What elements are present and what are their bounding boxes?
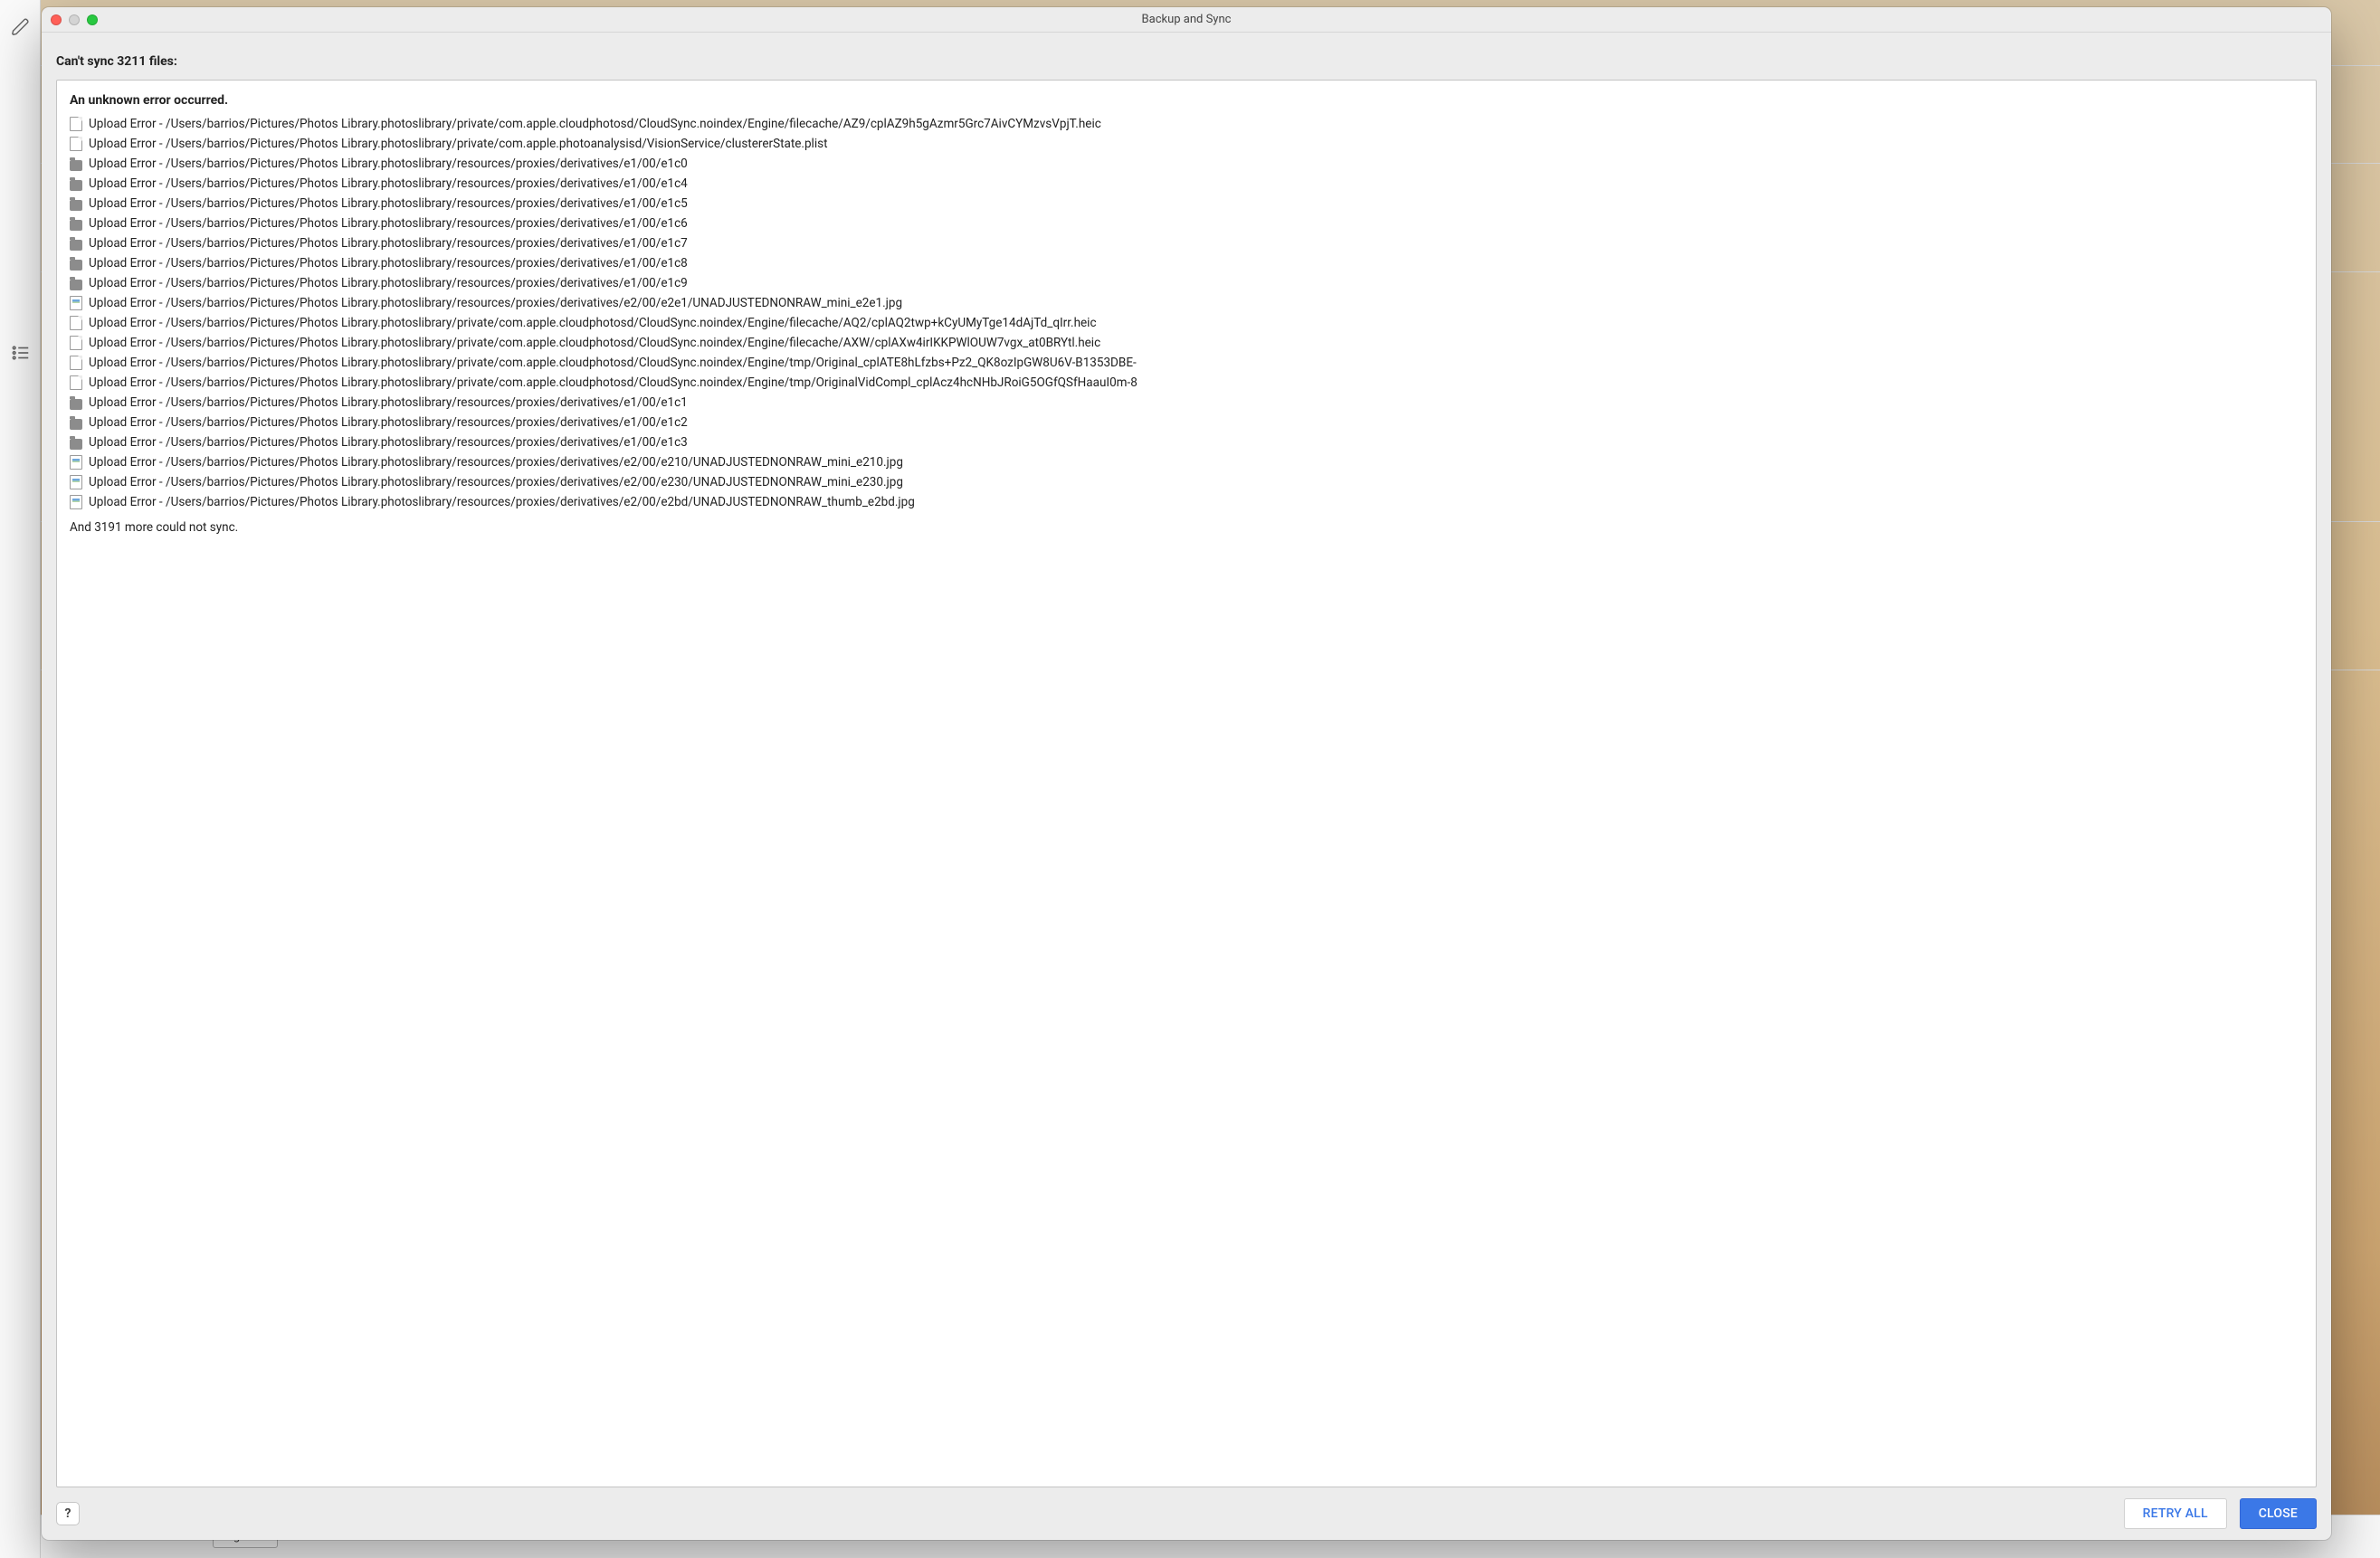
error-row[interactable]: Upload Error - /Users/barrios/Pictures/P… (70, 354, 2303, 372)
error-row[interactable]: Upload Error - /Users/barrios/Pictures/P… (70, 214, 2303, 233)
folder-icon (70, 200, 82, 211)
and-more-text: And 3191 more could not sync. (70, 520, 2303, 535)
dialog-heading: Can't sync 3211 files: (56, 47, 2317, 72)
error-text: Upload Error - /Users/barrios/Pictures/P… (89, 395, 688, 410)
background-sidebar (0, 0, 41, 1558)
error-row[interactable]: Upload Error - /Users/barrios/Pictures/P… (70, 234, 2303, 252)
error-row[interactable]: Upload Error - /Users/barrios/Pictures/P… (70, 254, 2303, 272)
doc-icon (70, 316, 82, 330)
error-row[interactable]: Upload Error - /Users/barrios/Pictures/P… (70, 473, 2303, 491)
image-icon (70, 475, 82, 489)
error-row[interactable]: Upload Error - /Users/barrios/Pictures/P… (70, 135, 2303, 153)
error-text: Upload Error - /Users/barrios/Pictures/P… (89, 435, 688, 450)
error-text: Upload Error - /Users/barrios/Pictures/P… (89, 455, 903, 470)
doc-icon (70, 117, 82, 131)
folder-icon (70, 180, 82, 191)
error-row[interactable]: Upload Error - /Users/barrios/Pictures/P… (70, 334, 2303, 352)
doc-icon (70, 375, 82, 390)
error-text: Upload Error - /Users/barrios/Pictures/P… (89, 296, 902, 310)
image-icon (70, 296, 82, 310)
error-text: Upload Error - /Users/barrios/Pictures/P… (89, 475, 903, 489)
error-text: Upload Error - /Users/barrios/Pictures/P… (89, 336, 1100, 350)
error-row[interactable]: Upload Error - /Users/barrios/Pictures/P… (70, 433, 2303, 451)
error-row[interactable]: Upload Error - /Users/barrios/Pictures/P… (70, 274, 2303, 292)
doc-icon (70, 356, 82, 370)
titlebar[interactable]: Backup and Sync (42, 7, 2331, 33)
error-list: Upload Error - /Users/barrios/Pictures/P… (70, 115, 2303, 511)
error-text: Upload Error - /Users/barrios/Pictures/P… (89, 137, 828, 151)
error-row[interactable]: Upload Error - /Users/barrios/Pictures/P… (70, 374, 2303, 392)
image-icon (70, 455, 82, 470)
error-text: Upload Error - /Users/barrios/Pictures/P… (89, 356, 1137, 370)
error-text: Upload Error - /Users/barrios/Pictures/P… (89, 495, 915, 509)
error-row[interactable]: Upload Error - /Users/barrios/Pictures/P… (70, 314, 2303, 332)
list-icon (0, 326, 41, 380)
error-text: Upload Error - /Users/barrios/Pictures/P… (89, 176, 688, 191)
doc-icon (70, 336, 82, 350)
error-text: Upload Error - /Users/barrios/Pictures/P… (89, 236, 688, 251)
folder-icon (70, 240, 82, 251)
retry-all-button[interactable]: RETRY ALL (2124, 1498, 2227, 1529)
folder-icon (70, 399, 82, 410)
error-heading: An unknown error occurred. (70, 93, 2303, 108)
doc-icon (70, 137, 82, 151)
error-row[interactable]: Upload Error - /Users/barrios/Pictures/P… (70, 195, 2303, 213)
error-text: Upload Error - /Users/barrios/Pictures/P… (89, 256, 688, 271)
folder-icon (70, 439, 82, 450)
error-row[interactable]: Upload Error - /Users/barrios/Pictures/P… (70, 115, 2303, 133)
error-text: Upload Error - /Users/barrios/Pictures/P… (89, 196, 688, 211)
error-text: Upload Error - /Users/barrios/Pictures/P… (89, 316, 1097, 330)
error-row[interactable]: Upload Error - /Users/barrios/Pictures/P… (70, 175, 2303, 193)
folder-icon (70, 419, 82, 430)
folder-icon (70, 280, 82, 290)
error-row[interactable]: Upload Error - /Users/barrios/Pictures/P… (70, 413, 2303, 432)
error-text: Upload Error - /Users/barrios/Pictures/P… (89, 216, 688, 231)
error-text: Upload Error - /Users/barrios/Pictures/P… (89, 157, 688, 171)
error-pane[interactable]: An unknown error occurred. Upload Error … (56, 80, 2317, 1487)
error-text: Upload Error - /Users/barrios/Pictures/P… (89, 415, 688, 430)
image-icon (70, 495, 82, 509)
dialog-window: Backup and Sync Can't sync 3211 files: A… (42, 7, 2331, 1540)
error-text: Upload Error - /Users/barrios/Pictures/P… (89, 375, 1138, 390)
help-button[interactable]: ? (56, 1502, 80, 1525)
error-row[interactable]: Upload Error - /Users/barrios/Pictures/P… (70, 394, 2303, 412)
close-button[interactable]: CLOSE (2240, 1498, 2317, 1529)
error-row[interactable]: Upload Error - /Users/barrios/Pictures/P… (70, 155, 2303, 173)
folder-icon (70, 160, 82, 171)
folder-icon (70, 220, 82, 231)
pencil-icon (0, 0, 41, 54)
window-title: Backup and Sync (51, 13, 2322, 26)
error-row[interactable]: Upload Error - /Users/barrios/Pictures/P… (70, 453, 2303, 471)
error-text: Upload Error - /Users/barrios/Pictures/P… (89, 117, 1101, 131)
error-text: Upload Error - /Users/barrios/Pictures/P… (89, 276, 688, 290)
folder-icon (70, 260, 82, 271)
error-row[interactable]: Upload Error - /Users/barrios/Pictures/P… (70, 493, 2303, 511)
error-row[interactable]: Upload Error - /Users/barrios/Pictures/P… (70, 294, 2303, 312)
